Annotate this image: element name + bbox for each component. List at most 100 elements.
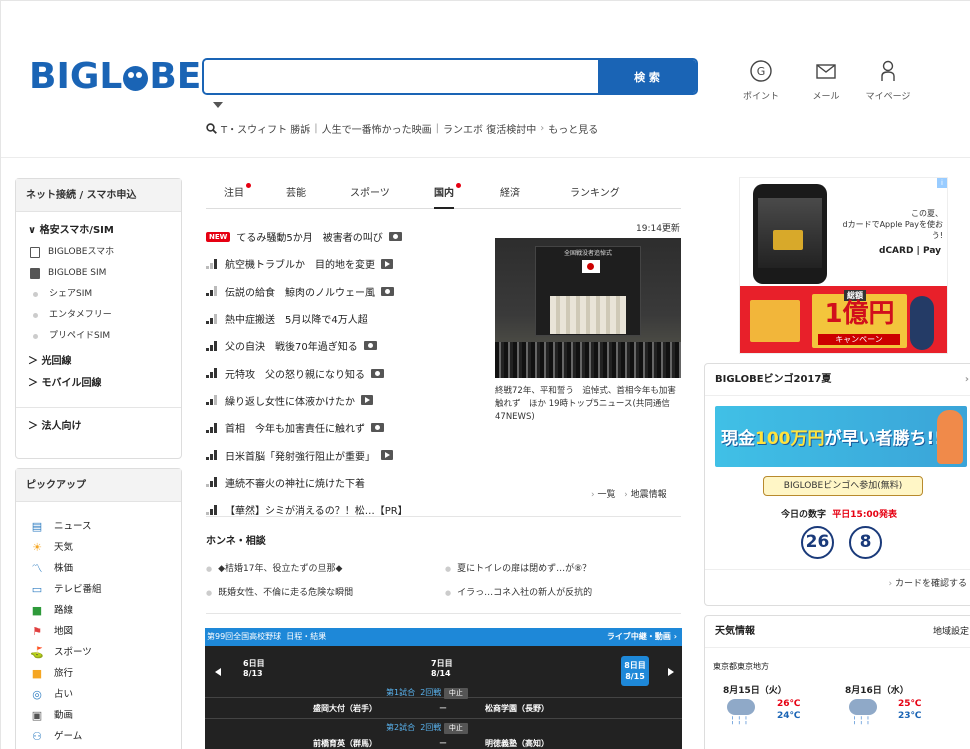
biglobe-logo[interactable]: BIGL BE (29, 55, 201, 99)
header-divider (1, 157, 970, 158)
baseball-header: 第99回全国高校野球 日程・結果 ライブ中継・動画 › (205, 628, 682, 646)
pickup-train[interactable]: ■ 路線 (16, 600, 181, 621)
day-tab-active[interactable]: 8日目 8/15 (621, 656, 649, 686)
dcard-image (773, 230, 803, 250)
nav-section-label: モバイル回線 (41, 378, 102, 389)
baseball-schedule-link[interactable]: 日程・結果 (286, 632, 326, 641)
today-numbers-label: 今日の数字 平日15:00発表 (781, 510, 897, 520)
pickup-tv[interactable]: ▭ テレビ番組 (16, 579, 181, 600)
honne-item[interactable]: ◆桔婚17年、役立たずの旦那◆ (206, 561, 342, 574)
bingo-banner[interactable]: 現金100万円が早い者勝ち!! (715, 406, 967, 467)
nav-section-label: 法人向け (41, 421, 82, 432)
news-item[interactable]: 航空機トラブルか 目的地を変更 (206, 250, 491, 277)
trend-item[interactable]: 人生で一番怖かった映画 (322, 121, 432, 136)
tab-featured[interactable]: 注目 (224, 183, 251, 209)
ad-info-icon[interactable]: i (937, 178, 947, 188)
popularity-icon (206, 504, 219, 515)
day-tab[interactable]: 7日目 8/14 (431, 659, 453, 679)
bingo-box: BIGLOBEビンゴ2017夏 › 現金100万円が早い者勝ち!! BIGLOBE… (704, 363, 970, 606)
trend-item[interactable]: ランエボ 復活検討中 (443, 121, 536, 136)
popularity-icon (206, 477, 219, 488)
header-point-link[interactable]: G ポイント (731, 59, 791, 102)
game-team-home[interactable]: 盛岡大付（岩手） (313, 703, 377, 714)
pickup-map[interactable]: ⚑ 地図 (16, 621, 181, 642)
news-item[interactable]: 熱中症搬送 5月以降で4万人超 (206, 305, 491, 332)
pickup-stock[interactable]: 〽株価 (16, 558, 181, 579)
flower-altar (550, 296, 626, 334)
news-item[interactable]: 元特攻 父の怒り親になり知る (206, 359, 491, 386)
nav-item-label: プリペイドSIM (49, 331, 111, 341)
news-item[interactable]: NEW てるみ騒動5か月 被害者の叫び (206, 223, 491, 250)
baseball-live-link[interactable]: ライブ中継・動画 › (607, 628, 677, 646)
search-dropdown-icon[interactable] (213, 102, 223, 108)
search-input[interactable] (204, 60, 598, 93)
nav-item-entame-free[interactable]: エンタメフリー (16, 305, 181, 326)
earthquake-info-link[interactable]: 地震情報 (631, 490, 667, 500)
next-day-icon[interactable] (668, 668, 674, 676)
pickup-travel[interactable]: ■ 旅行 (16, 663, 181, 684)
honne-title: ホンネ・相談 (206, 536, 266, 547)
news-item[interactable]: 繰り返し女性に体液かけたか (206, 387, 491, 414)
honne-item[interactable]: 既婚女性、不倫に走る危険な瞬間 (206, 585, 353, 598)
nav-section-mobile[interactable]: ＞ モバイル回線 (16, 373, 181, 395)
news-item-pr[interactable]: 【華然】シミが消えるの？！松…【PR】 (206, 496, 491, 523)
nav-section-fiber[interactable]: ＞ 光回線 (16, 351, 181, 373)
news-item[interactable]: 伝説の給食 鯨肉のノルウェー風 (206, 278, 491, 305)
logo-dot-icon (123, 66, 149, 91)
bingo-card-link[interactable]: › カードを確認する (705, 569, 970, 599)
search-button[interactable]: 検 索 (598, 60, 696, 93)
nav-item-share-sim[interactable]: シェアSIM (16, 284, 181, 305)
nav-item-biglobe-sumaho[interactable]: BIGLOBEスマホ (16, 242, 181, 263)
tab-ranking[interactable]: ランキング (570, 185, 620, 209)
trend-item[interactable]: T・スウィフト 勝訴 (221, 121, 310, 136)
pickup-game[interactable]: ⚇ ゲーム (16, 726, 181, 747)
weather-low: 24℃ (777, 711, 801, 721)
news-item[interactable]: 日米首脳「発射強行阻止が重要」 (206, 441, 491, 468)
news-photo[interactable]: 全国戦没者追悼式 (495, 238, 681, 378)
news-item[interactable]: 首相 今年も加害責任に触れず (206, 414, 491, 441)
news-list-link[interactable]: 一覧 (597, 490, 615, 500)
nav-item-biglobe-sim[interactable]: BIGLOBE SIM (16, 263, 181, 284)
photo-caption[interactable]: 終戦72年、平和誓う 追悼式、首相今年も加害触れず ほか 19時トップ5ニュース… (495, 385, 683, 424)
news-item[interactable]: 連続不審火の神社に焼けた下着 (206, 469, 491, 496)
popularity-icon (206, 450, 219, 461)
nav-item-label: シェアSIM (49, 289, 93, 299)
bullet-icon (33, 334, 38, 339)
tab-entertainment[interactable]: 芸能 (286, 185, 306, 209)
trend-more-link[interactable]: もっと見る (548, 121, 598, 136)
prev-day-icon[interactable] (215, 668, 221, 676)
nav-section-label: 格安スマホ/SIM (39, 225, 114, 236)
pickup-fortune[interactable]: ◎ 占い (16, 684, 181, 705)
new-badge: NEW (206, 231, 231, 242)
weather-setting-link[interactable]: 地域設定 (933, 616, 969, 648)
pickup-weather[interactable]: ☀ 天気 (16, 537, 181, 558)
header-mail-link[interactable]: メール (796, 59, 856, 102)
day-tab[interactable]: 6日目 8/13 (243, 659, 265, 679)
pickup-news[interactable]: ▤ ニュース (16, 516, 181, 537)
ad-brand: dCARD | Pay (879, 246, 941, 256)
game-team-home[interactable]: 前橋育英（群馬） (313, 738, 377, 749)
tab-domestic[interactable]: 国内 (434, 183, 461, 209)
nav-section-corporate[interactable]: ＞ 法人向け (16, 416, 181, 438)
dcard-ad[interactable]: この夏、 dカードでApple Payを使おう! dCARD | Pay 総額 1… (739, 177, 948, 354)
game-icon: ⚇ (32, 730, 42, 743)
tab-sports[interactable]: スポーツ (350, 185, 390, 209)
bingo-join-button[interactable]: BIGLOBEビンゴへ参加(無料) (763, 476, 923, 496)
news-item[interactable]: 父の自決 戦後70年過ぎ知る (206, 332, 491, 359)
game-team-away[interactable]: 明徳義塾（高知） (485, 738, 549, 749)
game-team-away[interactable]: 松商学園（長野） (485, 703, 549, 714)
pickup-sports[interactable]: ⛳ スポーツ (16, 642, 181, 663)
tab-economy[interactable]: 経済 (500, 185, 520, 209)
tab-label: 芸能 (286, 188, 306, 199)
honne-item[interactable]: イラっ…コネ入社の新人が反抗的 (445, 585, 592, 598)
bingo-title[interactable]: BIGLOBEビンゴ2017夏 › (705, 364, 970, 396)
pickup-video[interactable]: ▣ 動画 (16, 705, 181, 726)
nav-section-sim[interactable]: ∨ 格安スマホ/SIM (16, 220, 181, 242)
honne-item[interactable]: 夏にトイレの扉は閉めず…が⑧？ (445, 561, 591, 574)
trend-keywords: T・スウィフト 勝訴 | 人生で一番怖かった映画 | ランエボ 復活検討中 › もっ… (206, 121, 598, 136)
popularity-icon (206, 286, 219, 297)
nav-item-prepaid-sim[interactable]: プリペイドSIM (16, 326, 181, 347)
crowd (495, 342, 681, 378)
header-mypage-link[interactable]: マイページ (858, 59, 918, 102)
baseball-title[interactable]: 第99回全国高校野球 (207, 632, 281, 641)
